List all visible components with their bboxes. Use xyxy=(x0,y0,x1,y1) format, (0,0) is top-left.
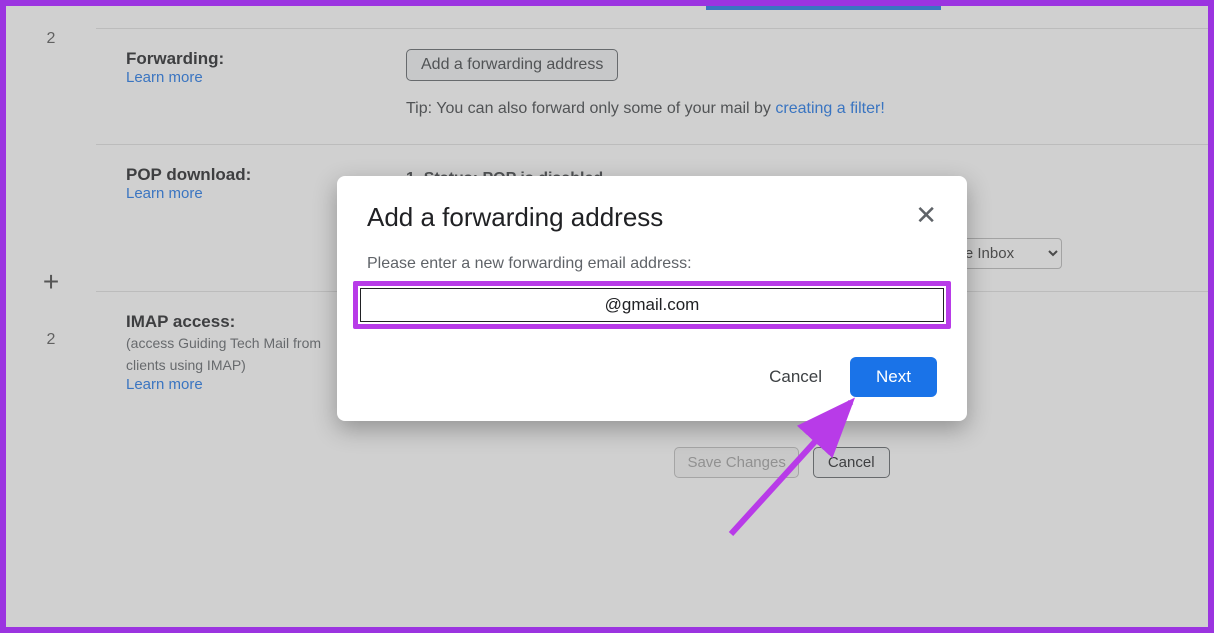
dialog-cancel-button[interactable]: Cancel xyxy=(769,367,822,387)
dialog-subtitle: Please enter a new forwarding email addr… xyxy=(367,255,937,273)
add-forwarding-dialog: Add a forwarding address ✕ Please enter … xyxy=(337,176,967,421)
dialog-title: Add a forwarding address xyxy=(367,202,663,233)
dialog-next-button[interactable]: Next xyxy=(850,357,937,397)
close-icon[interactable]: ✕ xyxy=(915,202,937,228)
forwarding-email-input[interactable] xyxy=(360,288,944,322)
input-highlight-annotation xyxy=(353,281,951,329)
